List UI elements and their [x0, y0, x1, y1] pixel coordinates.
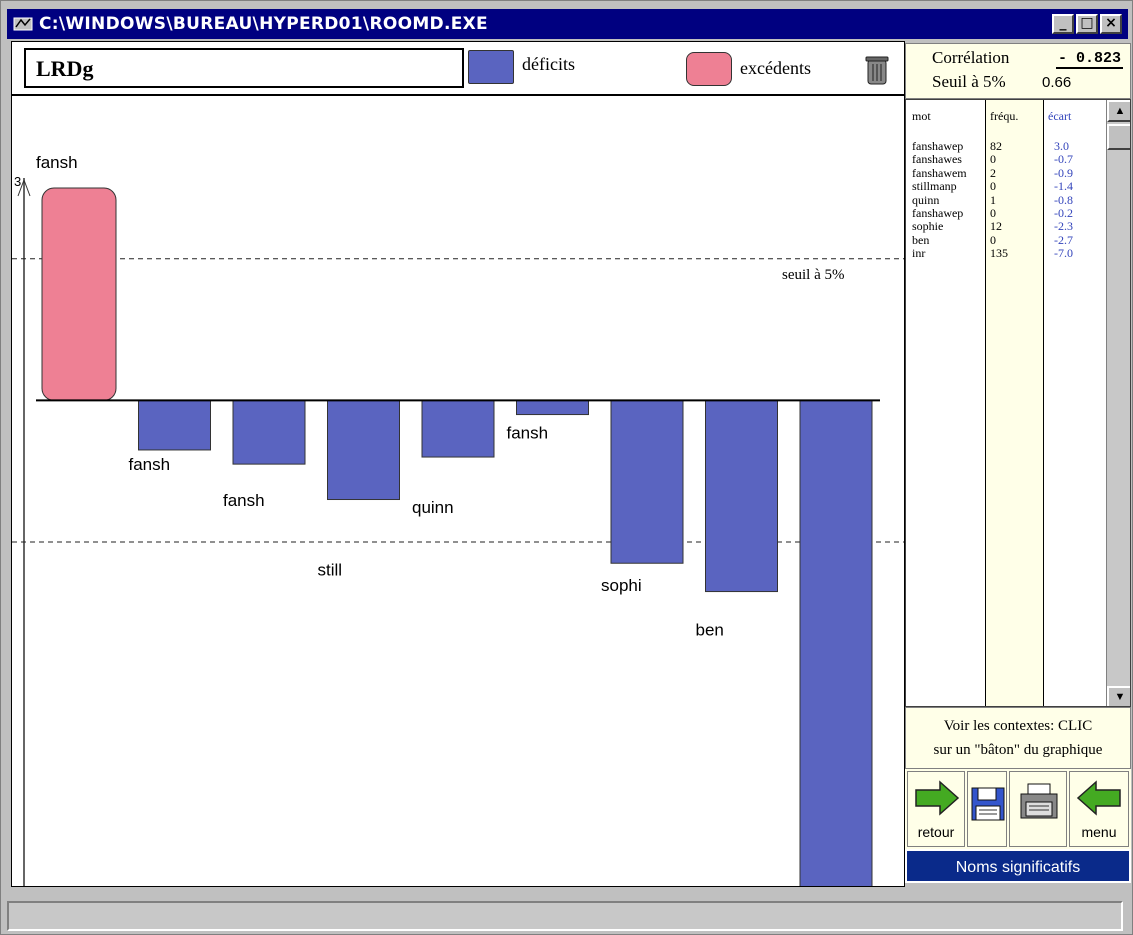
excess-legend-swatch — [686, 52, 732, 86]
arrow-right-icon — [915, 780, 960, 816]
correlation-box: Corrélation - 0.823 Seuil à 5% 0.66 — [905, 43, 1131, 99]
deviation-cell[interactable]: -2.3 — [1054, 220, 1104, 234]
deviation-cell[interactable]: -0.9 — [1054, 166, 1104, 180]
frequency-cell[interactable]: 1 — [990, 193, 1043, 207]
retour-label: retour — [917, 824, 955, 840]
deviation-cell[interactable]: -0.7 — [1054, 152, 1104, 166]
trash-icon[interactable] — [864, 54, 890, 86]
close-button[interactable]: × — [1100, 14, 1122, 34]
word-cell[interactable]: ben — [912, 233, 985, 247]
print-button[interactable] — [1009, 771, 1067, 847]
scroll-thumb[interactable] — [1107, 124, 1130, 150]
threshold-label: Seuil à 5% — [932, 72, 1006, 91]
printer-icon — [1020, 783, 1058, 819]
correlation-value: - 0.823 — [1056, 50, 1124, 69]
excess-legend-label: excédents — [740, 58, 811, 78]
list-scrollbar[interactable]: ▲ ▼ — [1106, 100, 1130, 706]
bar-label: fansh — [36, 153, 78, 172]
deviation-cell[interactable]: -0.8 — [1054, 193, 1104, 207]
bar[interactable] — [421, 399, 495, 458]
scroll-up-button[interactable]: ▲ — [1107, 100, 1130, 122]
title-bar[interactable]: C:\WINDOWS\BUREAU\HYPERD01\ROOMD.EXE _ □… — [7, 9, 1128, 39]
ecart-header[interactable]: écart — [1044, 100, 1104, 140]
frequency-cell[interactable]: 82 — [990, 139, 1043, 153]
y-tick-top: 3 — [14, 174, 21, 189]
deficit-legend-label: déficits — [522, 54, 575, 74]
bar-chart[interactable]: 3-7seuil à 5%fanshfanshfanshstillquinnfa… — [12, 96, 905, 886]
chart-panel: LRDg déficits excédents 3-7seuil à 5%fan… — [11, 41, 905, 887]
hint-box: Voir les contextes: CLIC sur un "bâton" … — [905, 707, 1131, 769]
status-bar — [7, 901, 1123, 931]
bar[interactable] — [799, 399, 873, 886]
retour-button[interactable]: retour — [907, 771, 965, 847]
bar[interactable] — [610, 399, 684, 564]
frequency-cell[interactable]: 0 — [990, 179, 1043, 193]
bar-label: fansh — [507, 424, 549, 443]
frequency-cell[interactable]: 0 — [990, 152, 1043, 166]
deviation-cell[interactable]: -7.0 — [1054, 246, 1104, 260]
word-cell[interactable]: fanshawem — [912, 166, 985, 180]
app-icon — [13, 17, 33, 31]
floppy-disk-icon — [971, 787, 1005, 821]
scroll-down-button[interactable]: ▼ — [1107, 686, 1130, 706]
mot-header[interactable]: mot — [908, 100, 985, 140]
button-row: retour menu — [905, 769, 1131, 849]
frequency-cell[interactable]: 0 — [990, 206, 1043, 220]
word-cell[interactable]: stillmanp — [912, 179, 985, 193]
frequency-cell[interactable]: 0 — [990, 233, 1043, 247]
deficit-legend-swatch — [468, 50, 514, 84]
bar[interactable] — [138, 399, 211, 451]
bar[interactable] — [516, 399, 589, 416]
frequency-cell[interactable]: 2 — [990, 166, 1043, 180]
maximize-button[interactable]: □ — [1076, 14, 1098, 34]
bar-label: sophi — [601, 576, 642, 595]
word-cell[interactable]: fanshawep — [912, 206, 985, 220]
word-list[interactable]: mot fanshawep fanshawes fanshawem stillmanp… — [905, 99, 1131, 707]
freq-column: fréqu. 82 0 2 0 1 0 12 0 135 — [986, 100, 1044, 706]
window-title: C:\WINDOWS\BUREAU\HYPERD01\ROOMD.EXE — [39, 14, 488, 34]
bar[interactable] — [327, 399, 400, 501]
freq-header[interactable]: fréqu. — [986, 100, 1043, 140]
minimize-button[interactable]: _ — [1052, 14, 1074, 34]
bar[interactable] — [41, 187, 117, 401]
bar[interactable] — [232, 399, 306, 465]
menu-label: menu — [1081, 824, 1117, 840]
deviation-cell[interactable]: -0.2 — [1054, 206, 1104, 220]
deviation-cell[interactable]: -1.4 — [1054, 179, 1104, 193]
frequency-cell[interactable]: 12 — [990, 220, 1043, 234]
menu-button[interactable]: menu — [1069, 771, 1129, 847]
right-panel: Corrélation - 0.823 Seuil à 5% 0.66 mot … — [905, 43, 1131, 887]
ecart-column: écart 3.0 -0.7 -0.9 -1.4 -0.8 -0.2 -2.3 -2.7 -7.… — [1044, 100, 1104, 706]
word-cell[interactable]: fanshawes — [912, 152, 985, 166]
save-button[interactable] — [967, 771, 1007, 847]
word-cell[interactable]: inr — [912, 246, 985, 260]
bar-label: still — [318, 561, 343, 580]
mot-column: mot fanshawep fanshawes fanshawem stillmanp… — [908, 100, 986, 706]
threshold-label: seuil à 5% — [782, 267, 844, 283]
hint-line-2: sur un "bâton" du graphique — [933, 742, 1103, 758]
word-cell[interactable]: sophie — [912, 220, 985, 234]
bar-label: ben — [696, 621, 724, 640]
word-cell[interactable]: quinn — [912, 193, 985, 207]
bar[interactable] — [705, 399, 778, 593]
threshold-value: 0.66 — [1042, 74, 1072, 91]
name-field[interactable]: LRDg — [24, 48, 464, 88]
deviation-cell[interactable]: -2.7 — [1054, 233, 1104, 247]
app-window: C:\WINDOWS\BUREAU\HYPERD01\ROOMD.EXE _ □… — [0, 0, 1133, 935]
hint-line-1: Voir les contextes: CLIC — [943, 718, 1093, 734]
word-cell[interactable]: fanshawep — [912, 139, 985, 153]
frequency-cell[interactable]: 135 — [990, 246, 1043, 260]
arrow-left-icon — [1076, 780, 1121, 816]
bar-label: fansh — [223, 491, 265, 510]
correlation-label: Corrélation — [932, 48, 1010, 67]
bar-label: quinn — [412, 498, 454, 517]
status-label: Noms significatifs — [905, 849, 1131, 883]
deviation-cell[interactable]: 3.0 — [1054, 139, 1104, 153]
bar-label: fansh — [129, 455, 171, 474]
